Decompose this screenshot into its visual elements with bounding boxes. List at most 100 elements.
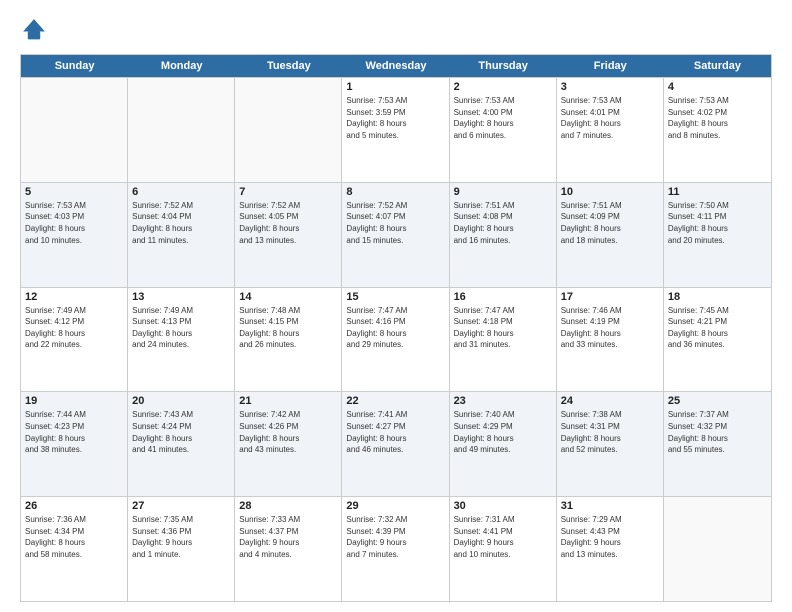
calendar-day-1: 1Sunrise: 7:53 AM Sunset: 3:59 PM Daylig… [342,78,449,182]
calendar-week-3: 12 Sunrise: 7:49 AM Sunset: 4:12 PM Dayli… [21,287,771,392]
day-info: Sunrise: 7:45 AM Sunset: 4:21 PM Dayligh… [668,305,767,351]
day-number: 8 [346,186,444,198]
day-info: Sunrise: 7:48 AM Sunset: 4:15 PM Dayligh… [239,305,337,351]
day-number: 29 [346,500,444,512]
day-info: Sunrise: 7:33 AM Sunset: 4:37 PM Dayligh… [239,514,337,560]
calendar-header-sunday: Sunday [21,55,128,77]
calendar-week-1: 1Sunrise: 7:53 AM Sunset: 3:59 PM Daylig… [21,77,771,182]
calendar-header-monday: Monday [128,55,235,77]
day-info: Sunrise: 7:42 AM Sunset: 4:26 PM Dayligh… [239,409,337,455]
day-number: 21 [239,395,337,407]
calendar-empty-cell [128,78,235,182]
calendar-day-19: 19 Sunrise: 7:44 AM Sunset: 4:23 PM Dayli… [21,392,128,496]
calendar-day-3: 3Sunrise: 7:53 AM Sunset: 4:01 PM Daylig… [557,78,664,182]
day-info: Sunrise: 7:52 AM Sunset: 4:04 PM Dayligh… [132,200,230,246]
day-info: Sunrise: 7:40 AM Sunset: 4:29 PM Dayligh… [454,409,552,455]
calendar-day-14: 14 Sunrise: 7:48 AM Sunset: 4:15 PM Dayli… [235,288,342,392]
day-number: 6 [132,186,230,198]
day-info: Sunrise: 7:53 AM Sunset: 4:03 PM Dayligh… [25,200,123,246]
day-info: Sunrise: 7:35 AM Sunset: 4:36 PM Dayligh… [132,514,230,560]
calendar-day-6: 6 Sunrise: 7:52 AM Sunset: 4:04 PM Daylig… [128,183,235,287]
calendar-week-2: 5 Sunrise: 7:53 AM Sunset: 4:03 PM Daylig… [21,182,771,287]
day-info: Sunrise: 7:38 AM Sunset: 4:31 PM Dayligh… [561,409,659,455]
day-number: 16 [454,291,552,303]
calendar-day-20: 20 Sunrise: 7:43 AM Sunset: 4:24 PM Dayli… [128,392,235,496]
day-number: 14 [239,291,337,303]
calendar-header: SundayMondayTuesdayWednesdayThursdayFrid… [21,55,771,77]
calendar-day-5: 5 Sunrise: 7:53 AM Sunset: 4:03 PM Daylig… [21,183,128,287]
day-number: 26 [25,500,123,512]
day-number: 27 [132,500,230,512]
calendar-day-15: 15 Sunrise: 7:47 AM Sunset: 4:16 PM Dayli… [342,288,449,392]
day-info: Sunrise: 7:31 AM Sunset: 4:41 PM Dayligh… [454,514,552,560]
day-info: Sunrise: 7:41 AM Sunset: 4:27 PM Dayligh… [346,409,444,455]
calendar-day-21: 21 Sunrise: 7:42 AM Sunset: 4:26 PM Dayli… [235,392,342,496]
day-info: Sunrise: 7:43 AM Sunset: 4:24 PM Dayligh… [132,409,230,455]
day-number: 2 [454,81,552,93]
day-number: 28 [239,500,337,512]
calendar-day-22: 22 Sunrise: 7:41 AM Sunset: 4:27 PM Dayli… [342,392,449,496]
calendar-empty-cell [235,78,342,182]
calendar-day-18: 18 Sunrise: 7:45 AM Sunset: 4:21 PM Dayli… [664,288,771,392]
calendar-header-tuesday: Tuesday [235,55,342,77]
day-info: Sunrise: 7:52 AM Sunset: 4:05 PM Dayligh… [239,200,337,246]
calendar-header-wednesday: Wednesday [342,55,449,77]
day-info: Sunrise: 7:49 AM Sunset: 4:13 PM Dayligh… [132,305,230,351]
day-info: Sunrise: 7:47 AM Sunset: 4:18 PM Dayligh… [454,305,552,351]
day-number: 17 [561,291,659,303]
calendar-day-29: 29 Sunrise: 7:32 AM Sunset: 4:39 PM Dayli… [342,497,449,601]
day-number: 31 [561,500,659,512]
day-number: 30 [454,500,552,512]
day-info: Sunrise: 7:46 AM Sunset: 4:19 PM Dayligh… [561,305,659,351]
calendar-day-2: 2Sunrise: 7:53 AM Sunset: 4:00 PM Daylig… [450,78,557,182]
day-number: 12 [25,291,123,303]
calendar-day-28: 28 Sunrise: 7:33 AM Sunset: 4:37 PM Dayli… [235,497,342,601]
day-number: 5 [25,186,123,198]
calendar-empty-cell [21,78,128,182]
header [20,16,772,44]
day-info: Sunrise: 7:53 AM Sunset: 4:02 PM Dayligh… [668,95,767,141]
day-number: 22 [346,395,444,407]
day-number: 18 [668,291,767,303]
day-info: Sunrise: 7:29 AM Sunset: 4:43 PM Dayligh… [561,514,659,560]
calendar-day-16: 16 Sunrise: 7:47 AM Sunset: 4:18 PM Dayli… [450,288,557,392]
calendar-day-23: 23 Sunrise: 7:40 AM Sunset: 4:29 PM Dayli… [450,392,557,496]
logo [20,16,52,44]
calendar-day-24: 24Sunrise: 7:38 AM Sunset: 4:31 PM Dayli… [557,392,664,496]
day-number: 15 [346,291,444,303]
day-info: Sunrise: 7:32 AM Sunset: 4:39 PM Dayligh… [346,514,444,560]
calendar-body: 1Sunrise: 7:53 AM Sunset: 3:59 PM Daylig… [21,77,771,601]
day-number: 19 [25,395,123,407]
calendar-week-5: 26Sunrise: 7:36 AM Sunset: 4:34 PM Dayli… [21,496,771,601]
day-number: 1 [346,81,444,93]
day-info: Sunrise: 7:44 AM Sunset: 4:23 PM Dayligh… [25,409,123,455]
calendar-day-27: 27 Sunrise: 7:35 AM Sunset: 4:36 PM Dayli… [128,497,235,601]
calendar-day-4: 4Sunrise: 7:53 AM Sunset: 4:02 PM Daylig… [664,78,771,182]
calendar-day-8: 8 Sunrise: 7:52 AM Sunset: 4:07 PM Daylig… [342,183,449,287]
day-info: Sunrise: 7:50 AM Sunset: 4:11 PM Dayligh… [668,200,767,246]
calendar-day-13: 13 Sunrise: 7:49 AM Sunset: 4:13 PM Dayli… [128,288,235,392]
day-info: Sunrise: 7:47 AM Sunset: 4:16 PM Dayligh… [346,305,444,351]
day-info: Sunrise: 7:53 AM Sunset: 4:01 PM Dayligh… [561,95,659,141]
calendar-day-9: 9 Sunrise: 7:51 AM Sunset: 4:08 PM Daylig… [450,183,557,287]
logo-icon [20,16,48,44]
day-number: 23 [454,395,552,407]
calendar-header-thursday: Thursday [450,55,557,77]
day-info: Sunrise: 7:49 AM Sunset: 4:12 PM Dayligh… [25,305,123,351]
day-number: 20 [132,395,230,407]
day-number: 25 [668,395,767,407]
calendar-day-26: 26Sunrise: 7:36 AM Sunset: 4:34 PM Dayli… [21,497,128,601]
day-number: 11 [668,186,767,198]
day-info: Sunrise: 7:37 AM Sunset: 4:32 PM Dayligh… [668,409,767,455]
day-info: Sunrise: 7:52 AM Sunset: 4:07 PM Dayligh… [346,200,444,246]
calendar-day-12: 12 Sunrise: 7:49 AM Sunset: 4:12 PM Dayli… [21,288,128,392]
day-number: 13 [132,291,230,303]
day-number: 9 [454,186,552,198]
calendar-day-17: 17 Sunrise: 7:46 AM Sunset: 4:19 PM Dayli… [557,288,664,392]
day-number: 7 [239,186,337,198]
page: SundayMondayTuesdayWednesdayThursdayFrid… [0,0,792,612]
day-info: Sunrise: 7:51 AM Sunset: 4:08 PM Dayligh… [454,200,552,246]
calendar-day-30: 30 Sunrise: 7:31 AM Sunset: 4:41 PM Dayli… [450,497,557,601]
calendar-header-saturday: Saturday [664,55,771,77]
calendar-empty-cell [664,497,771,601]
